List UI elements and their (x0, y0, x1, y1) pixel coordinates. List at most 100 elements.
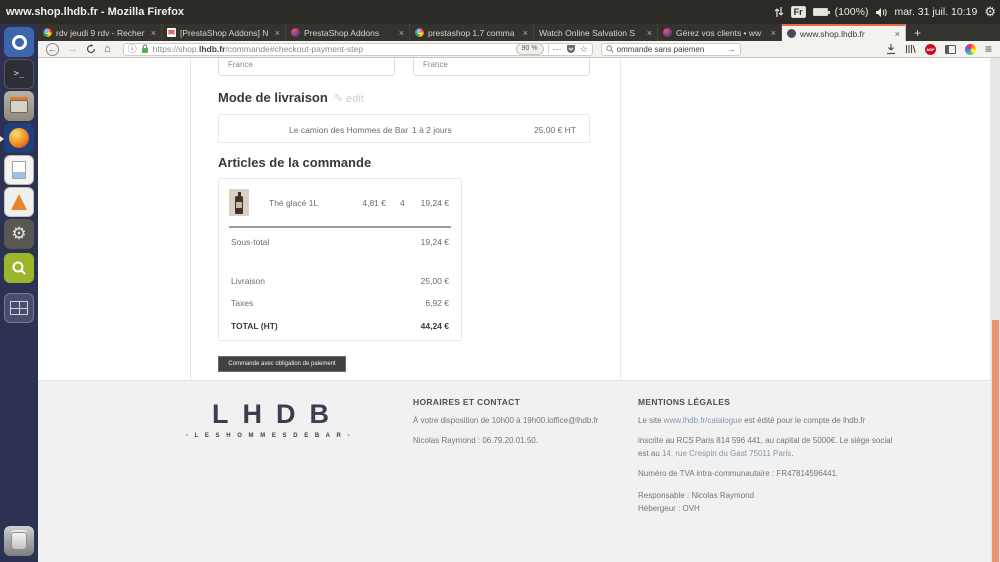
volume-icon[interactable] (875, 7, 888, 18)
gmail-favicon: ✉ (167, 28, 176, 37)
session-gear-icon[interactable]: ⚙ (984, 4, 996, 20)
ubuntu-dash-icon[interactable] (4, 27, 34, 57)
tab-bar: G rdv jeudi 9 rdv - Recher × ✉ [PrestaSh… (38, 24, 1000, 41)
page-scrollbar-track[interactable] (990, 58, 1000, 562)
tab-watch-online[interactable]: Watch Online Salvation S × (534, 24, 658, 41)
clock[interactable]: mar. 31 juil. 10:19 (894, 6, 977, 18)
home-button[interactable]: ⌂ (104, 43, 111, 55)
tab-prestashop-addons[interactable]: PrestaShop Addons × (286, 24, 410, 41)
unity-launcher: >_ ⚙ (0, 24, 38, 562)
system-settings-icon[interactable]: ⚙ (4, 219, 34, 249)
toolbar-icons: ABP ≡ (886, 42, 1000, 56)
screenshot-tool-icon[interactable] (4, 253, 34, 283)
navigation-toolbar: ← → ⌂ ⓘ https://shop.lhdb.fr/commande#ch… (38, 41, 1000, 58)
checkout-page: France France Mode de livraison ✎ edit Le… (38, 58, 1000, 562)
legal-title: MENTIONS LÉGALES (638, 397, 731, 407)
close-tab-icon[interactable]: × (523, 28, 528, 38)
product-thumbnail (229, 189, 249, 216)
trash-icon[interactable] (4, 526, 34, 556)
padlock-icon[interactable] (141, 44, 149, 54)
legal-vat: Numéro de TVA intra-communautaire : FR47… (638, 469, 839, 479)
pencil-icon: ✎ (333, 93, 344, 105)
bottle-image (235, 192, 243, 214)
close-tab-icon[interactable]: × (771, 28, 776, 38)
legal-responsible: Responsable : Nicolas Raymond (638, 490, 755, 500)
prestashop-favicon (291, 28, 300, 37)
terminal-icon[interactable]: >_ (4, 59, 34, 89)
contact-phone: Nicolas Raymond : 06.79.20.01.50. (413, 436, 538, 446)
close-tab-icon[interactable]: × (647, 28, 652, 38)
search-input[interactable] (616, 44, 724, 54)
address-link[interactable]: 14, rue Crespin du Gast 75011 Paris (662, 449, 791, 458)
reload-button[interactable] (86, 44, 96, 54)
table-divider (229, 226, 451, 228)
sidebar-toggle-icon[interactable] (944, 44, 956, 54)
page-scrollbar-thumb[interactable] (992, 320, 999, 562)
workspace-switcher-icon[interactable] (4, 293, 34, 323)
search-bar[interactable]: → (600, 42, 741, 56)
library-icon[interactable] (905, 44, 916, 54)
back-button[interactable]: ← (46, 42, 59, 56)
tab-rdv-jeudi[interactable]: G rdv jeudi 9 rdv - Recher × (38, 24, 162, 41)
bookmark-star-icon[interactable]: ☆ (580, 44, 588, 54)
legal-paragraph-rcs: inscrite au RCS Paris 814 596 441, au ca… (638, 436, 893, 458)
prestashop-favicon (663, 28, 672, 37)
edit-shipping-link[interactable]: ✎ edit (334, 93, 364, 105)
page-actions-icon[interactable]: ⋯ (553, 44, 562, 54)
firefox-color-icon[interactable] (964, 43, 976, 55)
close-tab-icon[interactable]: × (151, 28, 156, 38)
google-favicon: G (415, 28, 424, 37)
zoom-level-indicator[interactable]: 90 % (515, 43, 544, 55)
vlc-icon[interactable] (4, 187, 34, 217)
delivery-address-country-field[interactable]: France (413, 58, 590, 76)
tab-shop-lhdb-active[interactable]: www.shop.lhdb.fr × (782, 24, 906, 41)
adblock-plus-icon[interactable]: ABP (924, 43, 936, 55)
close-tab-icon[interactable]: × (399, 28, 404, 38)
google-favicon: G (43, 28, 52, 37)
hamburger-menu-icon[interactable]: ≡ (985, 42, 992, 56)
shipping-section-title: Mode de livraison ✎ edit (218, 90, 364, 105)
window-title: www.shop.lhdb.fr - Mozilla Firefox (6, 6, 185, 18)
catalogue-link[interactable]: www.lhdb.fr/catalogue (664, 416, 742, 425)
contact-title: HORAIRES ET CONTACT (413, 397, 521, 407)
tab-prestashop-addons-mail[interactable]: ✉ [PrestaShop Addons] N × (162, 24, 286, 41)
legal-host: Hébergeur : OVH (638, 503, 700, 513)
product-unit-price: 4,81 € (362, 198, 386, 208)
file-manager-icon[interactable] (4, 91, 34, 121)
footer-legal-column: MENTIONS LÉGALES Le site www.lhdb.fr/cat… (638, 397, 896, 515)
libreoffice-document-icon[interactable] (4, 155, 34, 185)
pocket-icon[interactable] (566, 44, 576, 54)
carrier-name: Le camion des Hommes de Bar (289, 125, 409, 135)
battery-icon[interactable] (812, 8, 830, 16)
firefox-icon[interactable] (4, 123, 34, 153)
site-favicon (787, 29, 796, 38)
order-items-title: Articles de la commande (218, 155, 372, 170)
shipping-price: 25,00 € HT (533, 125, 576, 135)
keyboard-layout-indicator[interactable]: Fr (790, 6, 806, 18)
product-quantity: 4 (400, 198, 405, 208)
sync-arrows-icon[interactable] (774, 6, 784, 18)
tab-gerez-vos-clients[interactable]: Gérez vos clients • ww × (658, 24, 782, 41)
product-name: Thé glacé 1L (269, 198, 319, 208)
site-footer: LHDB - L E S H O M M E S D E B A R - HOR… (38, 380, 1000, 562)
tab-prestashop-17[interactable]: G prestashop 1.7 comma × (410, 24, 534, 41)
order-summary-table: Thé glacé 1L 4,81 € 4 19,24 € Sous-total… (218, 178, 462, 341)
forward-button[interactable]: → (67, 43, 78, 55)
new-tab-button[interactable]: + (906, 24, 929, 41)
search-go-icon[interactable]: → (727, 44, 736, 54)
page-info-icon[interactable]: ⓘ (128, 44, 137, 54)
place-order-button[interactable]: Commande avec obligation de paiement (218, 356, 346, 372)
delivery-delay: 1 à 2 jours (412, 125, 452, 135)
invoice-address-country-field[interactable]: France (218, 58, 395, 76)
system-indicators[interactable]: Fr (100%) mar. 31 juil. 10:19 ⚙ (774, 0, 996, 24)
close-tab-icon[interactable]: × (895, 29, 900, 39)
close-tab-icon[interactable]: × (275, 28, 280, 38)
url-bar[interactable]: ⓘ https://shop.lhdb.fr/commande#checkout… (122, 42, 593, 56)
url-text[interactable]: https://shop.lhdb.fr/commande#checkout-p… (153, 44, 512, 54)
footer-contact-column: HORAIRES ET CONTACT À votre disposition … (413, 397, 643, 448)
contact-hours: À votre disposition de 10h00 à 19h00.lof… (413, 416, 599, 425)
downloads-icon[interactable] (886, 43, 896, 55)
desktop-top-bar: www.shop.lhdb.fr - Mozilla Firefox Fr (1… (0, 0, 1000, 24)
battery-percent: (100%) (834, 6, 869, 18)
shipping-option-row[interactable]: Le camion des Hommes de Bar 1 à 2 jours … (218, 114, 590, 143)
